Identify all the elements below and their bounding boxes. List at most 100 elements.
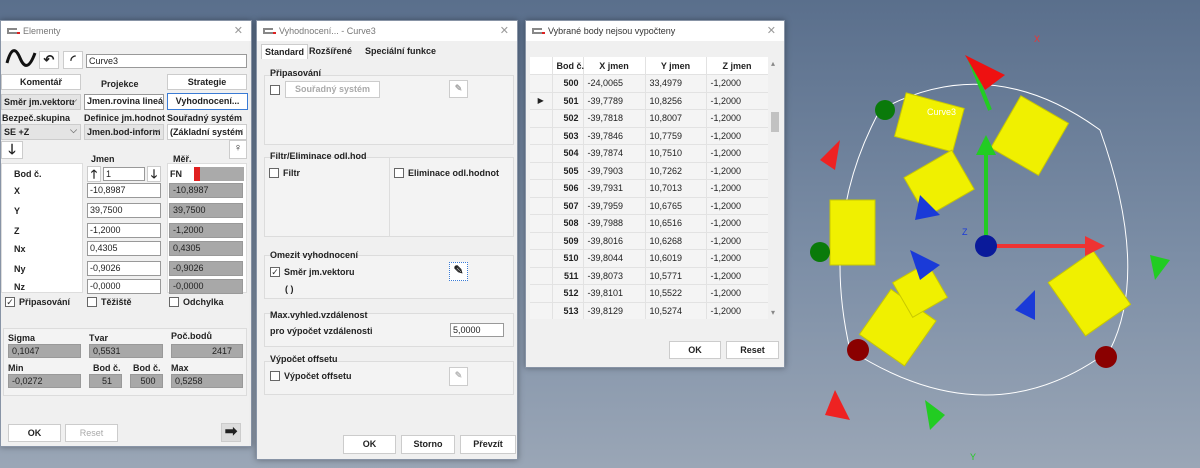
cell-z: -1,2000 bbox=[706, 92, 769, 110]
column-header[interactable]: Bod č. bbox=[552, 57, 584, 75]
ok-button[interactable]: OK bbox=[8, 424, 61, 442]
edit-pencil-icon[interactable]: ✎ bbox=[449, 262, 468, 281]
cell-bod: 513 bbox=[552, 302, 584, 319]
strategie-button[interactable]: Strategie bbox=[167, 74, 247, 90]
bezpec-label: Bezpeč.skupina bbox=[2, 113, 71, 123]
prevzit-button[interactable]: Převzít bbox=[460, 435, 516, 454]
max-label: Max bbox=[171, 363, 189, 373]
pripasovani-checkbox[interactable] bbox=[270, 85, 280, 95]
lightbulb-icon[interactable]: ♀ bbox=[229, 140, 247, 159]
3d-viewport[interactable]: Curve3 X Y Z bbox=[790, 20, 1200, 468]
cell-y: 10,6516 bbox=[645, 214, 707, 233]
arrow-right-button[interactable]: ➡ bbox=[221, 423, 241, 442]
nominal-input[interactable]: -0,9026 bbox=[87, 261, 161, 276]
row-indicator bbox=[530, 267, 553, 285]
tab-rozsirene[interactable]: Rozšířené bbox=[309, 44, 352, 58]
cell-x: -39,8101 bbox=[583, 284, 646, 303]
table-row[interactable]: 502 -39,7818 10,8007 -1,2000 bbox=[530, 109, 769, 128]
table-row[interactable]: 509 -39,8016 10,6268 -1,2000 bbox=[530, 232, 769, 250]
row-indicator bbox=[530, 197, 553, 215]
arrow-down-button[interactable]: 🡓 bbox=[1, 141, 23, 159]
undo-button[interactable]: ↶ bbox=[39, 51, 59, 69]
nominal-input[interactable]: 0,4305 bbox=[87, 241, 161, 256]
ok-button[interactable]: OK bbox=[669, 341, 721, 359]
table-row[interactable]: 505 -39,7903 10,7262 -1,2000 bbox=[530, 162, 769, 180]
arc-button[interactable]: ◜ bbox=[63, 51, 83, 69]
column-header[interactable]: Z jmen bbox=[706, 57, 769, 75]
bod-min-value: 51 bbox=[89, 374, 122, 388]
edit-pencil-icon[interactable]: ✎ bbox=[449, 80, 468, 98]
odchylka-checkbox[interactable] bbox=[169, 297, 179, 307]
storno-button[interactable]: Storno bbox=[401, 435, 455, 454]
scrollbar[interactable]: ▴ ▾ bbox=[768, 57, 782, 319]
cell-bod: 501 bbox=[552, 92, 584, 110]
close-icon[interactable]: ✕ bbox=[234, 21, 243, 41]
rovina-field[interactable]: Jmen.rovina lineárně bbox=[84, 94, 164, 110]
offset-checkbox[interactable] bbox=[270, 371, 280, 381]
definice-select[interactable]: Jmen.bod-inform bbox=[84, 124, 164, 140]
tab-specialni-funkce[interactable]: Speciální funkce bbox=[365, 44, 436, 58]
cell-y: 33,4979 bbox=[645, 74, 707, 93]
reset-button[interactable]: Reset bbox=[65, 424, 118, 442]
row-indicator bbox=[530, 249, 553, 268]
column-header[interactable]: Y jmen bbox=[645, 57, 707, 75]
reset-button[interactable]: Reset bbox=[726, 341, 779, 359]
close-icon[interactable]: ✕ bbox=[767, 21, 776, 41]
table-row[interactable]: 503 -39,7846 10,7759 -1,2000 bbox=[530, 127, 769, 145]
table-row[interactable]: ▶ 501 -39,7789 10,8256 -1,2000 bbox=[530, 92, 769, 110]
cell-x: -39,7846 bbox=[583, 127, 646, 145]
teziste-checkbox[interactable] bbox=[87, 297, 97, 307]
cell-z: -1,2000 bbox=[706, 232, 769, 250]
axis-label-z: Z bbox=[962, 227, 968, 237]
arrow-down-small-button[interactable]: 🡓 bbox=[147, 166, 161, 182]
cell-y: 10,5522 bbox=[645, 284, 707, 303]
table-row[interactable]: 513 -39,8129 10,5274 -1,2000 bbox=[530, 302, 769, 319]
table-row[interactable]: 507 -39,7959 10,6765 -1,2000 bbox=[530, 197, 769, 215]
offset-group-label: Výpočet offsetu bbox=[270, 354, 338, 364]
bod-input[interactable]: 1 bbox=[103, 167, 145, 181]
ok-button[interactable]: OK bbox=[343, 435, 396, 454]
komentar-button[interactable]: Komentář bbox=[1, 74, 81, 90]
soursys-button[interactable]: Souřadný systém bbox=[285, 81, 380, 98]
cell-y: 10,6268 bbox=[645, 232, 707, 250]
table-row[interactable]: 506 -39,7931 10,7013 -1,2000 bbox=[530, 179, 769, 198]
nominal-input[interactable]: -1,2000 bbox=[87, 223, 161, 238]
bezpec-select[interactable]: SE +Z bbox=[1, 124, 81, 140]
table-row[interactable]: 504 -39,7874 10,7510 -1,2000 bbox=[530, 144, 769, 163]
edit-pencil-icon[interactable]: ✎ bbox=[449, 367, 468, 386]
cell-bod: 506 bbox=[552, 179, 584, 198]
cell-bod: 509 bbox=[552, 232, 584, 250]
cell-y: 10,7262 bbox=[645, 162, 707, 180]
nominal-input[interactable]: -0,0000 bbox=[87, 279, 161, 294]
table-row[interactable]: 510 -39,8044 10,6019 -1,2000 bbox=[530, 249, 769, 268]
filtr-checkbox[interactable] bbox=[269, 168, 279, 178]
nominal-input[interactable]: -10,8987 bbox=[87, 183, 161, 198]
vyhodnoceni-button[interactable]: Vyhodnocení... bbox=[167, 93, 248, 110]
coord-label: Y bbox=[14, 206, 21, 216]
column-header[interactable]: X jmen bbox=[583, 57, 646, 75]
measured-value: -0,9026 bbox=[169, 261, 243, 276]
soursys-select[interactable]: (Základní systém bbox=[167, 124, 247, 140]
teziste-label: Těžiště bbox=[101, 297, 132, 307]
measured-value: -1,2000 bbox=[169, 223, 243, 238]
table-row[interactable]: 512 -39,8101 10,5522 -1,2000 bbox=[530, 284, 769, 303]
pocbodu-value: 2417 bbox=[171, 344, 243, 358]
row-indicator bbox=[530, 127, 553, 145]
arrow-up-button[interactable]: 🡑 bbox=[87, 166, 101, 182]
close-icon[interactable]: ✕ bbox=[500, 21, 509, 41]
nominal-input[interactable]: 39,7500 bbox=[87, 203, 161, 218]
table-row[interactable]: 511 -39,8073 10,5771 -1,2000 bbox=[530, 267, 769, 285]
eliminace-checkbox[interactable] bbox=[394, 168, 404, 178]
table-row[interactable]: 500 -24,0065 33,4979 -1,2000 bbox=[530, 74, 769, 93]
smer-select[interactable]: Směr jm.vektoru bbox=[1, 94, 81, 110]
tab-standard[interactable]: Standard bbox=[261, 44, 308, 59]
element-name-input[interactable]: Curve3 bbox=[86, 54, 247, 68]
title-bar: Vyhodnocení... - Curve3 ✕ bbox=[257, 21, 517, 41]
title-bar: Elementy ✕ bbox=[1, 21, 251, 41]
table-row[interactable]: 508 -39,7988 10,6516 -1,2000 bbox=[530, 214, 769, 233]
cell-z: -1,2000 bbox=[706, 109, 769, 128]
row-indicator bbox=[530, 284, 553, 303]
vzdalenost-input[interactable]: 5,0000 bbox=[450, 323, 504, 337]
smer-checkbox[interactable]: ✓ bbox=[270, 267, 280, 277]
pripasovani-checkbox[interactable]: ✓ bbox=[5, 297, 15, 307]
